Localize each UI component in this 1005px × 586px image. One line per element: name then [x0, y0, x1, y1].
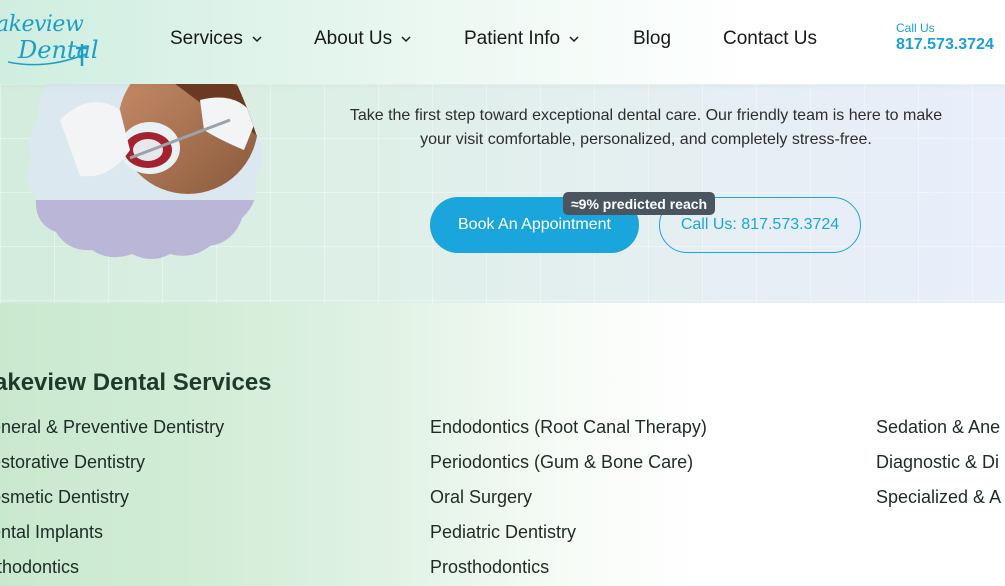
nav-services-label: Services: [170, 28, 243, 49]
nav-contact-us[interactable]: Contact Us: [723, 28, 817, 50]
service-link[interactable]: Sedation & Ane: [876, 410, 1001, 445]
nav-blog[interactable]: Blog: [633, 28, 671, 50]
chevron-down-icon: [252, 36, 262, 43]
service-link[interactable]: Specialized & A: [876, 480, 1001, 515]
hero-section: Take the first step toward exceptional d…: [0, 84, 1005, 303]
nav-about-us[interactable]: About Us: [314, 28, 412, 50]
predicted-reach-badge: ≈9% predicted reach: [563, 192, 716, 215]
service-link[interactable]: ental Implants: [0, 515, 224, 550]
services-column-2: Endodontics (Root Canal Therapy) Periodo…: [430, 410, 707, 585]
chevron-down-icon: [569, 36, 579, 43]
site-logo[interactable]: akeview Dental: [0, 4, 99, 70]
nav-patient-info[interactable]: Patient Info: [464, 28, 580, 50]
nav-patient-label: Patient Info: [464, 28, 561, 49]
nav-services[interactable]: Services: [170, 28, 263, 50]
call-phone-number: 817.573.3724: [896, 36, 994, 53]
header-call-link[interactable]: Call Us 817.573.3724: [896, 22, 994, 55]
call-label: Call Us: [896, 21, 935, 35]
service-link[interactable]: Oral Surgery: [430, 480, 707, 515]
service-link[interactable]: Prosthodontics: [430, 550, 707, 585]
logo-tooth-swoosh-icon: [7, 44, 88, 66]
service-link[interactable]: rthodontics: [0, 550, 224, 585]
service-link[interactable]: Endodontics (Root Canal Therapy): [430, 410, 707, 445]
services-section: akeview Dental Services eneral & Prevent…: [0, 303, 1005, 586]
hero-intro-text: Take the first step toward exceptional d…: [349, 107, 943, 148]
chevron-down-icon: [401, 36, 411, 43]
dental-exam-photo: [26, 84, 263, 259]
services-column-3: Sedation & Ane Diagnostic & Di Specializ…: [876, 410, 1001, 515]
service-link[interactable]: eneral & Preventive Dentistry: [0, 410, 224, 445]
services-title: akeview Dental Services: [0, 369, 272, 396]
service-link[interactable]: osmetic Dentistry: [0, 480, 224, 515]
service-link[interactable]: Pediatric Dentistry: [430, 515, 707, 550]
site-header: akeview Dental Services About Us Patient…: [0, 0, 1005, 84]
service-link[interactable]: estorative Dentistry: [0, 445, 224, 480]
service-link[interactable]: Periodontics (Gum & Bone Care): [430, 445, 707, 480]
nav-blog-label: Blog: [633, 28, 672, 49]
service-link[interactable]: Diagnostic & Di: [876, 445, 1001, 480]
nav-contact-label: Contact Us: [723, 28, 817, 49]
services-column-1: eneral & Preventive Dentistry estorative…: [0, 410, 224, 585]
nav-about-label: About Us: [314, 28, 393, 49]
